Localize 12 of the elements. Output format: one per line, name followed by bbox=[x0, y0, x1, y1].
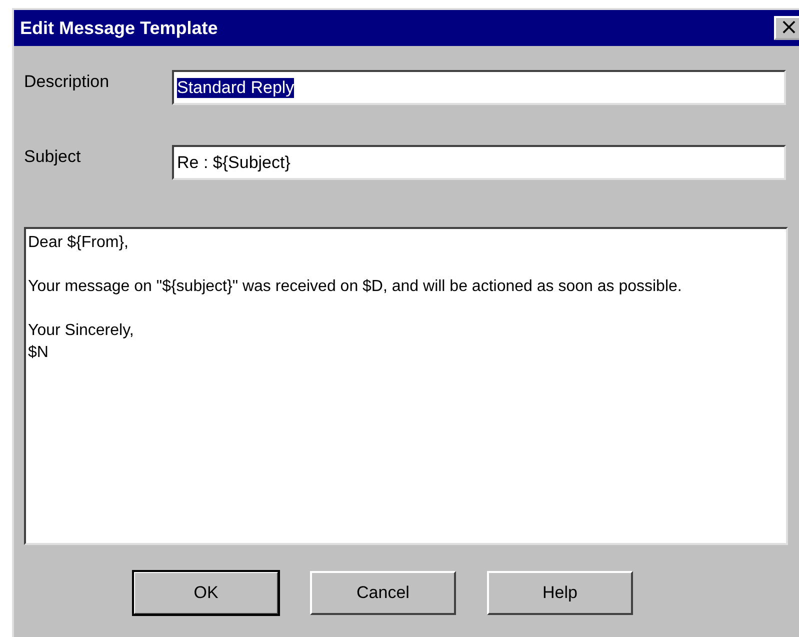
dialog-button[interactable]: Cancel bbox=[310, 571, 456, 615]
input-field[interactable]: Standard Reply bbox=[172, 70, 786, 105]
field-label: Subject bbox=[24, 146, 82, 167]
field-label: Description bbox=[24, 71, 110, 92]
field-value: Re : ${Subject} bbox=[177, 152, 290, 172]
close-button[interactable]: × bbox=[774, 16, 799, 40]
dialog-button[interactable]: OK bbox=[133, 571, 279, 615]
dialog-button[interactable]: Help bbox=[487, 571, 633, 615]
window-title: Edit Message Template bbox=[20, 18, 218, 38]
field-value: Standard Reply bbox=[177, 78, 294, 98]
input-field[interactable]: Re : ${Subject} bbox=[172, 145, 786, 180]
message-body-field[interactable]: Dear ${From}, Your message on "${subject}" was received on $D, and will be actioned as soon as possible. Your Sincerely, $N bbox=[24, 227, 788, 545]
